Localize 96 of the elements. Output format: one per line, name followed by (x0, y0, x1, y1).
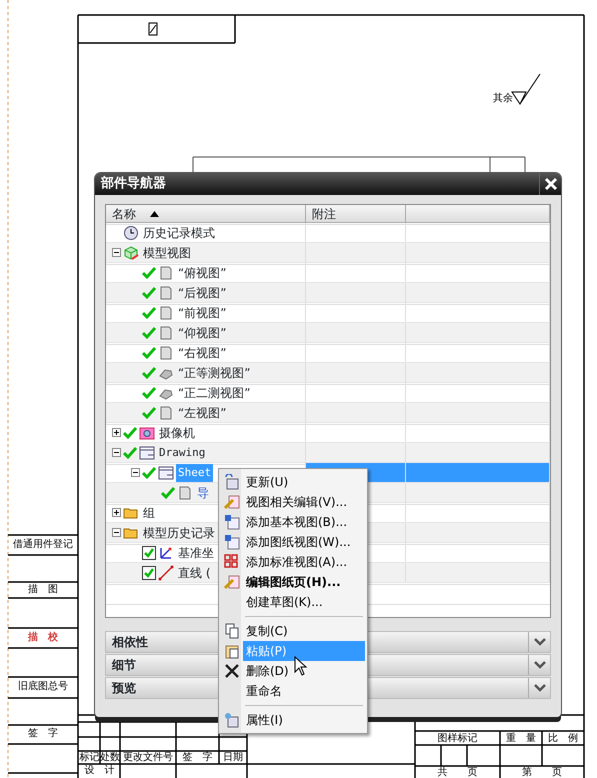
column-header: 更改文件号 (122, 753, 174, 763)
tree-item[interactable]: Drawing (157, 444, 208, 462)
cube-icon (123, 244, 139, 260)
menu-item[interactable]: 添加图纸视图(W)... (221, 532, 365, 552)
checkmark-icon[interactable] (161, 486, 175, 500)
tree-item[interactable]: “仰视图” (176, 324, 228, 342)
checkmark-icon[interactable] (142, 326, 156, 340)
tree-item[interactable]: 历史记录模式 (141, 224, 217, 242)
mouse-cursor-icon (294, 656, 308, 676)
clock-icon (123, 224, 139, 240)
tree-item[interactable]: 组 (141, 504, 157, 522)
column-header[interactable]: 名称 (106, 205, 306, 222)
chevron-down-icon (534, 661, 546, 669)
collapse-icon[interactable] (112, 448, 121, 457)
checkbox[interactable] (142, 546, 156, 560)
add-view-icon (224, 514, 240, 530)
column-header: 处数 (100, 753, 120, 763)
title-block-label: 比 例 (547, 734, 579, 744)
tree-item[interactable]: 基准坐 (176, 544, 216, 562)
delete-icon (224, 663, 240, 679)
column-header: 签 字 (182, 753, 214, 763)
grid-icon (224, 554, 240, 570)
window-title: 部件导航器 (101, 174, 166, 194)
title-block-label: 重 量 (505, 734, 537, 744)
camera-icon (139, 424, 155, 440)
column-header: 标记 (79, 753, 100, 763)
title-block-label: 图样标记 (436, 734, 478, 744)
checkmark-icon[interactable] (142, 406, 156, 420)
close-icon (544, 177, 558, 191)
tree-item[interactable]: “正二测视图” (176, 384, 252, 402)
menu-item[interactable]: 添加标准视图(A)... (221, 552, 365, 572)
title-block-label: 第 页 (521, 768, 563, 778)
checkbox[interactable] (142, 566, 156, 580)
edit-icon (224, 494, 240, 510)
checkmark-icon[interactable] (142, 266, 156, 280)
side-label: 签 字 (27, 729, 59, 739)
tree-item[interactable]: 直线 ( (176, 564, 212, 582)
collapse-icon[interactable] (131, 468, 140, 477)
sort-ascending-icon (150, 210, 159, 216)
refresh-icon (224, 474, 240, 490)
checkmark-icon[interactable] (142, 306, 156, 320)
tree-item[interactable]: “左视图” (176, 404, 228, 422)
edit-icon (224, 574, 240, 590)
chevron-down-icon (534, 638, 546, 646)
sheet-icon (139, 444, 155, 460)
flatness-symbol-icon (148, 22, 158, 36)
tree-item[interactable]: “前视图” (176, 304, 228, 322)
expand-icon[interactable] (112, 508, 121, 517)
axes-icon (158, 544, 174, 560)
checkmark-icon[interactable] (142, 286, 156, 300)
column-header: 日期 (222, 753, 244, 763)
side-label: 旧底图总号 (17, 682, 69, 692)
paste-icon (224, 643, 240, 659)
expand-icon[interactable] (112, 428, 121, 437)
tree-item[interactable]: “正等测视图” (176, 364, 252, 382)
checkmark-icon[interactable] (123, 446, 137, 460)
tree-item[interactable]: “右视图” (176, 344, 228, 362)
tree-item[interactable]: 模型视图 (141, 244, 193, 262)
tree-item[interactable]: “后视图” (176, 284, 228, 302)
menu-item[interactable]: 添加基本视图(B)... (221, 512, 365, 532)
checkmark-icon[interactable] (142, 386, 156, 400)
menu-item[interactable]: 编辑图纸页(H)... (221, 572, 365, 592)
menu-item[interactable]: 更新(U) (221, 472, 365, 492)
chevron-down-icon (534, 684, 546, 692)
tree-item[interactable]: 模型历史记录 (141, 524, 217, 542)
view-icon (158, 344, 174, 360)
tree-item[interactable]: 导 (195, 484, 211, 502)
tree-item[interactable]: 摄像机 (157, 424, 197, 442)
checkmark-icon[interactable] (142, 366, 156, 380)
collapse-icon[interactable] (112, 528, 121, 537)
checkmark-icon[interactable] (142, 466, 156, 480)
side-label: 借通用件登记 (12, 540, 74, 550)
tree-item[interactable]: “俯视图” (176, 264, 228, 282)
row-label: 设 计 (84, 766, 116, 776)
view-icon (158, 264, 174, 280)
title-block-label: 共 页 (436, 768, 478, 778)
side-label: 描 图 (27, 585, 59, 595)
menu-item[interactable]: 属性(I) (221, 710, 365, 730)
line-icon (158, 564, 174, 580)
menu-item[interactable]: 创建草图(K)... (221, 592, 365, 612)
roughness-symbol-icon (512, 74, 540, 104)
view-icon (158, 304, 174, 320)
menu-item[interactable]: 复制(C) (221, 621, 365, 641)
menu-item[interactable]: 视图相关编辑(V)... (221, 492, 365, 512)
checkmark-icon[interactable] (142, 346, 156, 360)
column-header[interactable]: 附注 (306, 205, 406, 222)
properties-icon (224, 712, 240, 728)
menu-item[interactable]: 删除(D) (221, 661, 365, 681)
sheet-icon (158, 464, 174, 480)
note-text: 其余 (493, 94, 513, 104)
menu-item[interactable]: 重命名 (221, 681, 365, 701)
copy-icon (224, 623, 240, 639)
side-label: 描 校 (26, 633, 59, 643)
add-view-icon (224, 534, 240, 550)
checkmark-icon[interactable] (123, 426, 137, 440)
collapse-icon[interactable] (112, 248, 121, 257)
